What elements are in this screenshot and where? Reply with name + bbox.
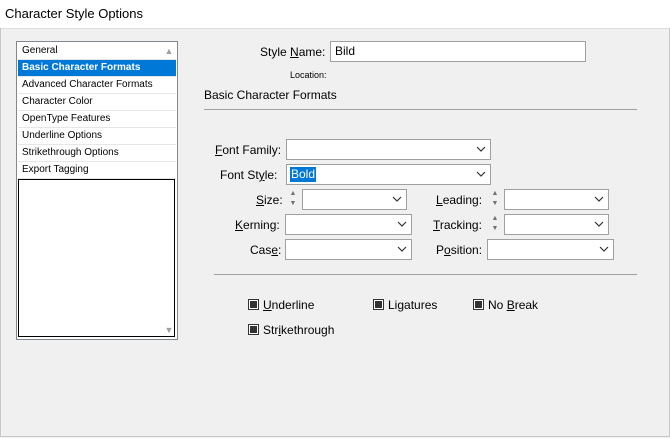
options-divider (214, 274, 637, 275)
chevron-down-icon (392, 196, 402, 202)
window-title: Character Style Options (5, 6, 144, 21)
category-item-general[interactable]: General (18, 43, 176, 60)
ligatures-label: Ligatures (388, 298, 438, 312)
strikethrough-checkbox[interactable] (248, 324, 259, 335)
spin-down-icon[interactable]: ▼ (288, 199, 298, 209)
chevron-down-icon (397, 221, 407, 227)
title-bar: Character Style Options (0, 0, 670, 29)
spin-up-icon[interactable]: ▲ (490, 214, 500, 224)
category-empty-area (18, 179, 175, 337)
font-style-value: Bold (290, 167, 317, 182)
font-style-dropdown[interactable]: Bold (286, 164, 491, 185)
chevron-down-icon (594, 196, 604, 202)
size-dropdown[interactable] (302, 189, 407, 210)
section-divider (204, 109, 637, 110)
scroll-down-icon[interactable]: ▼ (162, 323, 176, 337)
case-label: Case: (250, 243, 282, 257)
chevron-down-icon (594, 221, 604, 227)
category-item-underline-options[interactable]: Underline Options (18, 128, 176, 145)
leading-dropdown[interactable] (504, 189, 609, 210)
kerning-label: Kerning: (235, 218, 280, 232)
position-label: Position: (436, 243, 483, 257)
size-label: Size: (256, 193, 283, 207)
chevron-down-icon (599, 246, 609, 252)
spin-down-icon[interactable]: ▼ (490, 199, 500, 209)
scroll-up-icon[interactable]: ▲ (162, 44, 176, 58)
case-dropdown[interactable] (285, 239, 412, 260)
leading-spinner[interactable]: ▲ ▼ (490, 189, 500, 210)
style-name-label: Style Name: (260, 45, 326, 59)
category-list[interactable]: General Basic Character Formats Advanced… (16, 41, 178, 340)
category-item-basic-character-formats[interactable]: Basic Character Formats (18, 60, 176, 77)
tracking-dropdown[interactable] (504, 214, 609, 235)
no-break-label: No Break (488, 298, 539, 312)
tracking-spinner[interactable]: ▲ ▼ (490, 214, 500, 235)
spin-up-icon[interactable]: ▲ (288, 189, 298, 199)
font-style-label: Font Style: (220, 168, 278, 182)
style-name-input[interactable]: Bild (330, 41, 586, 62)
chevron-down-icon (476, 171, 486, 177)
underline-checkbox[interactable] (248, 299, 259, 310)
position-dropdown[interactable] (487, 239, 614, 260)
font-family-dropdown[interactable] (286, 139, 491, 160)
ligatures-checkbox[interactable] (373, 299, 384, 310)
strikethrough-label: Strikethrough (263, 323, 335, 337)
kerning-dropdown[interactable] (285, 214, 412, 235)
tracking-label: Tracking: (433, 218, 482, 232)
leading-label: Leading: (436, 193, 483, 207)
underline-label: Underline (263, 298, 315, 312)
no-break-checkbox[interactable] (473, 299, 484, 310)
section-title: Basic Character Formats (204, 88, 337, 102)
category-item-character-color[interactable]: Character Color (18, 94, 176, 111)
location-label: Location: (290, 70, 327, 80)
spin-up-icon[interactable]: ▲ (490, 189, 500, 199)
font-family-label: Font Family: (215, 143, 282, 157)
chevron-down-icon (397, 246, 407, 252)
category-item-opentype-features[interactable]: OpenType Features (18, 111, 176, 128)
category-item-export-tagging[interactable]: Export Tagging (18, 162, 176, 179)
category-item-strikethrough-options[interactable]: Strikethrough Options (18, 145, 176, 162)
category-item-advanced-character-formats[interactable]: Advanced Character Formats (18, 77, 176, 94)
size-spinner[interactable]: ▲ ▼ (288, 189, 298, 210)
chevron-down-icon (476, 146, 486, 152)
spin-down-icon[interactable]: ▼ (490, 224, 500, 234)
